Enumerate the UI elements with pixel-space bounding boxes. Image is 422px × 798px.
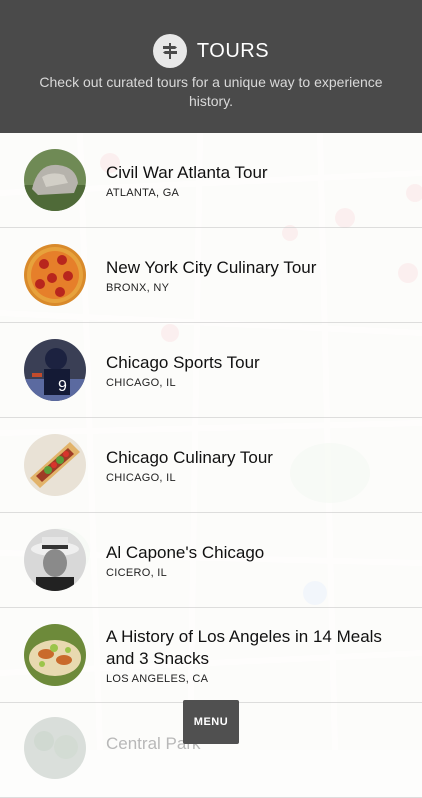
tour-info: Al Capone's Chicago CICERO, IL (106, 542, 406, 579)
header: TOURS Check out curated tours for a uniq… (0, 0, 422, 133)
tour-title: Civil War Atlanta Tour (106, 162, 268, 182)
svg-text:9: 9 (58, 378, 67, 395)
tour-location: CHICAGO, IL (106, 376, 176, 389)
tour-info: A History of Los Angeles in 14 Meals and… (106, 626, 406, 685)
tour-title: New York City Culinary Tour (106, 257, 317, 277)
tour-info: Chicago Sports Tour CHICAGO, IL (106, 352, 406, 389)
tour-thumbnail-hotdog (24, 434, 86, 496)
tour-thumbnail-pizza (24, 244, 86, 306)
tour-thumbnail-statue (24, 149, 86, 211)
tour-info: Central Park (106, 733, 406, 755)
tour-location: BRONX, NY (106, 281, 170, 294)
tour-thumbnail-tacos (24, 624, 86, 686)
tour-location: CHICAGO, IL (106, 471, 176, 484)
tour-list: Civil War Atlanta Tour ATLANTA, GA New Y… (0, 133, 422, 798)
tour-thumbnail-park (24, 717, 86, 779)
tour-title: A History of Los Angeles in 14 Meals and… (106, 626, 382, 668)
tour-row[interactable]: 9 Chicago Sports Tour CHICAGO, IL (0, 323, 422, 418)
tour-info: New York City Culinary Tour BRONX, NY (106, 257, 406, 294)
tour-title: Chicago Culinary Tour (106, 447, 273, 467)
signpost-icon (152, 34, 187, 68)
tour-row[interactable]: Al Capone's Chicago CICERO, IL (0, 513, 422, 608)
tour-title: Central Park (106, 734, 201, 753)
tour-row[interactable]: A History of Los Angeles in 14 Meals and… (0, 608, 422, 703)
tour-thumbnail-portrait (24, 529, 86, 591)
tour-row[interactable]: Chicago Culinary Tour CHICAGO, IL (0, 418, 422, 513)
tour-location: LOS ANGELES, CA (106, 672, 209, 685)
page-title: TOURS (196, 39, 270, 62)
tour-location: ATLANTA, GA (106, 186, 180, 199)
tour-thumbnail-football: 9 (24, 339, 86, 401)
tour-title: Al Capone's Chicago (106, 542, 265, 562)
tour-info: Civil War Atlanta Tour ATLANTA, GA (106, 162, 406, 199)
menu-button[interactable]: MENU (183, 700, 239, 744)
page-subtitle: Check out curated tours for a unique way… (39, 74, 383, 109)
header-title-row: TOURS (0, 34, 422, 68)
tour-location: CICERO, IL (106, 566, 168, 579)
tour-info: Chicago Culinary Tour CHICAGO, IL (106, 447, 406, 484)
tour-row[interactable]: New York City Culinary Tour BRONX, NY (0, 228, 422, 323)
tour-row[interactable]: Civil War Atlanta Tour ATLANTA, GA (0, 133, 422, 228)
tour-title: Chicago Sports Tour (106, 352, 260, 372)
